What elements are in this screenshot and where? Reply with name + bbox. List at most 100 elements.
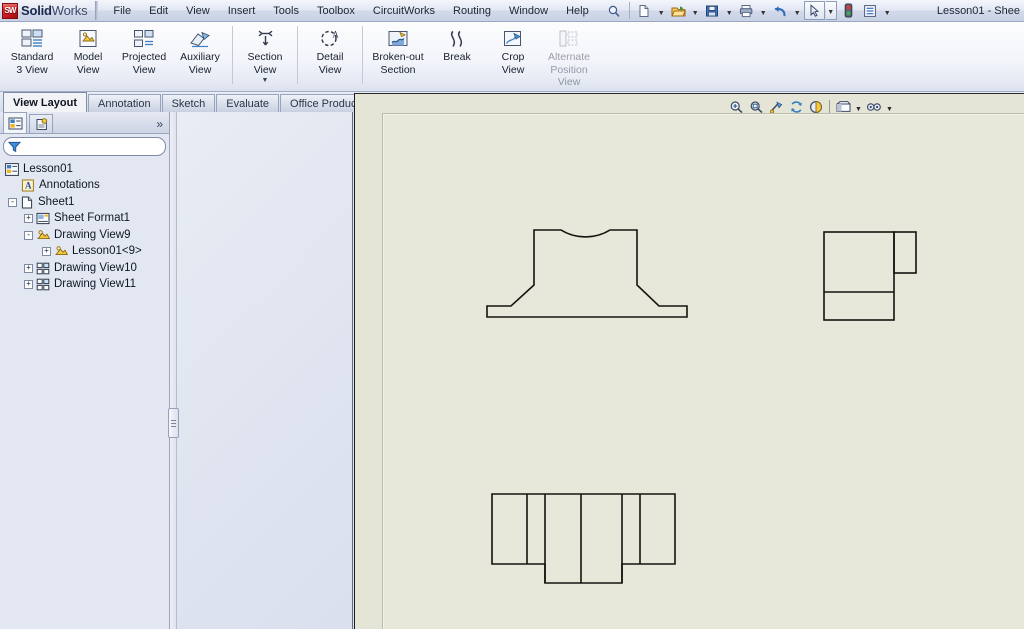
tab-sketch[interactable]: Sketch (161, 94, 216, 112)
tree-item-lesson01[interactable]: Lesson01 (4, 161, 169, 178)
application-logo[interactable]: SW SolidWorks (0, 2, 88, 19)
solidworks-window: SW SolidWorks File Edit View Insert Tool… (0, 0, 1024, 629)
rebuild-traffic-light-icon[interactable] (838, 1, 859, 20)
section-view-dropdown-icon[interactable]: ▼ (262, 77, 269, 84)
drawing-sheet[interactable] (382, 113, 1024, 629)
print-icon[interactable] (736, 1, 757, 20)
model-view-button[interactable]: Model View (60, 22, 116, 84)
tab-evaluate[interactable]: Evaluate (216, 94, 280, 112)
tree-label-lesson01: Lesson01 (23, 162, 73, 175)
tree-expander-drawing-view9[interactable]: - (24, 230, 33, 240)
drawing-view-front[interactable] (486, 225, 688, 335)
menu-bar: File Edit View Insert Tools Toolbox Circ… (104, 0, 597, 22)
tree-label-sheet-format1: Sheet Format1 (54, 212, 131, 225)
part-instance-icon (53, 245, 69, 259)
standard-3-view-label-2: 3 View (16, 63, 48, 76)
menu-routing[interactable]: Routing (444, 1, 500, 21)
open-folder-icon[interactable] (668, 1, 689, 20)
filter-funnel-icon (8, 141, 21, 152)
tree-item-sheet-format1[interactable]: + Sheet Format1 (4, 211, 169, 228)
panel-tab-row: » (0, 112, 169, 134)
tree-label-drawing-view11: Drawing View11 (54, 278, 137, 291)
svg-text:A: A (25, 181, 32, 191)
detail-view-label-2: View (318, 63, 342, 76)
menu-insert[interactable]: Insert (219, 1, 265, 21)
filter-input[interactable] (25, 139, 155, 154)
feature-manager-tab[interactable] (3, 112, 27, 133)
solidworks-cube-icon: SW (2, 2, 18, 19)
tree-expander-sheet1[interactable]: - (8, 197, 17, 207)
select-arrow-icon[interactable] (803, 1, 825, 20)
tree-expander-drawing-view10[interactable]: + (24, 263, 33, 273)
detail-view-label-1: Detail (316, 51, 344, 63)
panel-expand-button[interactable]: » (156, 117, 169, 133)
auxiliary-view-button[interactable]: Auxiliary View (172, 22, 228, 84)
tree-item-annotations[interactable]: A Annotations (4, 178, 169, 195)
options-icon[interactable] (860, 1, 881, 20)
section-view-icon (254, 27, 276, 51)
quick-access-divider-1 (628, 2, 630, 19)
standard-3-view-icon (21, 27, 43, 51)
crop-view-button[interactable]: Crop View (485, 22, 541, 84)
section-view-button[interactable]: Section View ▼ (237, 22, 293, 85)
search-icon[interactable] (604, 1, 625, 20)
broken-out-section-label-1: Broken-out (372, 51, 424, 63)
new-document-icon[interactable] (634, 1, 655, 20)
model-view-label-2: View (76, 63, 100, 76)
graphics-area[interactable]: ▼ ▼ (354, 93, 1024, 629)
menu-divider (95, 1, 99, 20)
menu-file[interactable]: File (104, 1, 140, 21)
panel-splitter[interactable] (170, 112, 177, 629)
tree-item-drawing-view9[interactable]: - Drawing View9 (4, 227, 169, 244)
menu-help[interactable]: Help (557, 1, 598, 21)
tree-expander-lesson01-instance[interactable]: + (42, 247, 51, 257)
tree-item-drawing-view10[interactable]: + Drawing View10 (4, 260, 169, 277)
menu-edit[interactable]: Edit (140, 1, 177, 21)
print-dropdown[interactable]: ▼ (758, 1, 769, 20)
model-view-label-1: Model (73, 51, 103, 63)
drawing-view-right[interactable] (823, 231, 923, 326)
property-manager-tab[interactable] (29, 114, 53, 133)
brand-text: SolidWorks (21, 3, 88, 18)
alternate-position-view-label-3: View (557, 76, 581, 88)
ribbon-toolbar: Standard 3 View Model View Projected Vie… (0, 22, 1024, 92)
open-folder-dropdown[interactable]: ▼ (690, 1, 701, 20)
undo-icon[interactable] (770, 1, 791, 20)
select-arrow-dropdown[interactable]: ▼ (825, 1, 837, 20)
break-button[interactable]: Break (429, 22, 485, 84)
undo-dropdown[interactable]: ▼ (792, 1, 803, 20)
panel-splitter-grip[interactable] (168, 408, 179, 438)
projected-view-label-1: Projected (121, 51, 167, 63)
projected-view-icon (133, 27, 155, 51)
tree-expander-sheet-format1[interactable]: + (24, 214, 33, 224)
menu-window[interactable]: Window (500, 1, 557, 21)
ribbon-divider-2 (297, 26, 298, 84)
tree-item-sheet1[interactable]: - Sheet1 (4, 194, 169, 211)
menu-toolbox[interactable]: Toolbox (308, 1, 364, 21)
document-title: Lesson01 - Shee (936, 4, 1020, 17)
model-view-icon (77, 27, 99, 51)
break-label-1: Break (443, 51, 471, 63)
detail-view-button[interactable]: A Detail View (302, 22, 358, 84)
save-dropdown[interactable]: ▼ (724, 1, 735, 20)
menu-view[interactable]: View (177, 1, 219, 21)
standard-3-view-button[interactable]: Standard 3 View (4, 22, 60, 84)
filter-bar[interactable] (3, 137, 166, 156)
projected-view-button[interactable]: Projected View (116, 22, 172, 84)
tree-item-lesson01-instance[interactable]: + Lesson01<9> (4, 244, 169, 261)
tab-view-layout[interactable]: View Layout (3, 92, 87, 112)
crop-view-icon (502, 27, 524, 51)
tab-annotation[interactable]: Annotation (87, 94, 161, 112)
alternate-position-view-button[interactable]: Alternate Position View (541, 22, 597, 90)
auxiliary-view-icon (189, 27, 211, 51)
options-dropdown[interactable]: ▼ (882, 1, 893, 20)
drawing-view-top[interactable] (491, 493, 676, 585)
tree-expander-drawing-view11[interactable]: + (24, 280, 33, 290)
broken-out-section-button[interactable]: Broken-out Section (367, 22, 429, 84)
annotations-icon: A (20, 179, 36, 193)
menu-circuitworks[interactable]: CircuitWorks (364, 1, 444, 21)
tree-item-drawing-view11[interactable]: + Drawing View11 (4, 277, 169, 294)
menu-tools[interactable]: Tools (264, 1, 308, 21)
new-document-dropdown[interactable]: ▼ (656, 1, 667, 20)
save-icon[interactable] (702, 1, 723, 20)
